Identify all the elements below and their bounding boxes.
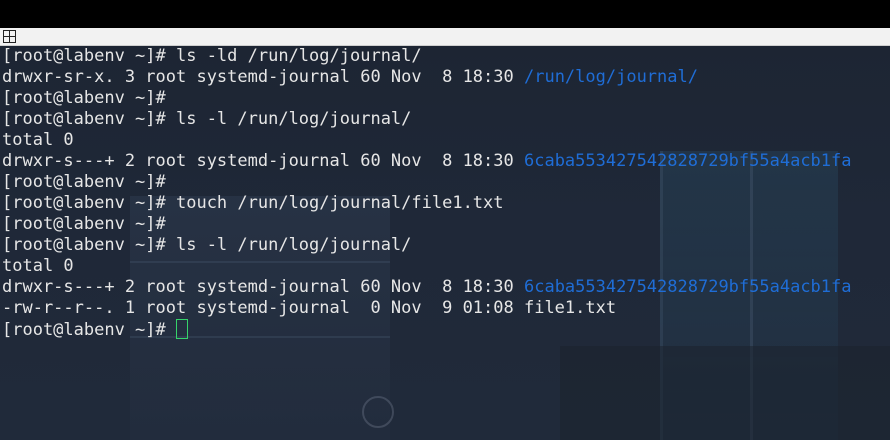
directory-name: 6caba553427542828729bf55a4acb1fa: [523, 277, 852, 297]
wallpaper-clock: [362, 396, 394, 428]
terminal-line-text: [root@labenv ~]#: [2, 214, 166, 234]
terminal-line-text: [root@labenv ~]#: [2, 172, 166, 192]
terminal-line: [root@labenv ~]# ls -l /run/log/journal/: [2, 109, 852, 130]
terminal-line: total 0: [2, 256, 852, 277]
terminal-line-text: [root@labenv ~]#: [2, 88, 166, 108]
wallpaper-floor: [560, 346, 890, 440]
terminal-line-text: [root@labenv ~]# ls -ld /run/log/journal…: [2, 46, 422, 66]
terminal-line-text: [root@labenv ~]# ls -l /run/log/journal/: [2, 235, 412, 255]
terminal-line: drwxr-s---+ 2 root systemd-journal 60 No…: [2, 151, 852, 172]
terminal-line-text: [root@labenv ~]# touch /run/log/journal/…: [2, 193, 504, 213]
terminal-output: [root@labenv ~]# ls -ld /run/log/journal…: [2, 46, 852, 340]
top-bar: [0, 0, 890, 28]
terminal-line-text: -rw-r--r--. 1 root systemd-journal 0 Nov…: [2, 298, 617, 318]
terminal-window[interactable]: [root@labenv ~]# ls -ld /run/log/journal…: [0, 46, 890, 440]
prompt-text: [root@labenv ~]#: [2, 320, 176, 340]
terminal-prompt-line[interactable]: [root@labenv ~]#: [2, 319, 852, 340]
grid-icon[interactable]: [3, 30, 16, 43]
directory-name: /run/log/journal/: [523, 67, 698, 87]
terminal-line-text: total 0: [2, 130, 74, 150]
terminal-line-text: drwxr-s---+ 2 root systemd-journal 60 No…: [2, 277, 524, 297]
terminal-line-text: total 0: [2, 256, 74, 276]
terminal-line-text: drwxr-s---+ 2 root systemd-journal 60 No…: [2, 151, 524, 171]
terminal-line: total 0: [2, 130, 852, 151]
terminal-line: drwxr-s---+ 2 root systemd-journal 60 No…: [2, 277, 852, 298]
screen: [root@labenv ~]# ls -ld /run/log/journal…: [0, 0, 890, 440]
terminal-line: [root@labenv ~]#: [2, 172, 852, 193]
terminal-line: drwxr-sr-x. 3 root systemd-journal 60 No…: [2, 67, 852, 88]
terminal-line: [root@labenv ~]# touch /run/log/journal/…: [2, 193, 852, 214]
tab-strip: [0, 28, 890, 46]
terminal-line: -rw-r--r--. 1 root systemd-journal 0 Nov…: [2, 298, 852, 319]
terminal-line-text: [root@labenv ~]# ls -l /run/log/journal/: [2, 109, 412, 129]
terminal-line: [root@labenv ~]#: [2, 214, 852, 235]
terminal-line: [root@labenv ~]# ls -l /run/log/journal/: [2, 235, 852, 256]
directory-name: 6caba553427542828729bf55a4acb1fa: [523, 151, 852, 171]
terminal-line-text: drwxr-sr-x. 3 root systemd-journal 60 No…: [2, 67, 524, 87]
terminal-line: [root@labenv ~]# ls -ld /run/log/journal…: [2, 46, 852, 67]
terminal-line: [root@labenv ~]#: [2, 88, 852, 109]
text-cursor[interactable]: [176, 319, 188, 339]
